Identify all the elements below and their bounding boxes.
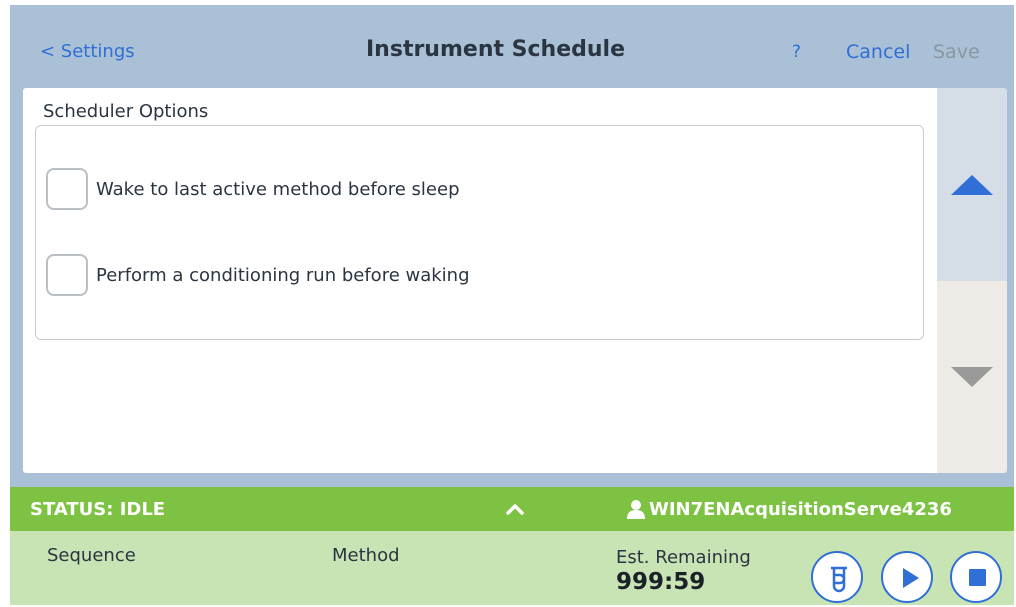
option-label: Wake to last active method before sleep — [96, 178, 460, 200]
scroll-rail — [937, 88, 1007, 473]
help-button[interactable]: ? — [792, 42, 801, 62]
back-to-settings-link[interactable]: < Settings — [40, 41, 135, 62]
option-conditioning-run[interactable]: Perform a conditioning run before waking — [46, 253, 906, 297]
conditioning-run-checkbox[interactable] — [46, 254, 88, 296]
wake-last-method-checkbox[interactable] — [46, 168, 88, 210]
page-title: Instrument Schedule — [366, 37, 625, 62]
est-remaining-label: Est. Remaining — [616, 547, 751, 568]
stop-button[interactable] — [950, 551, 1002, 603]
est-remaining-value: 999:59 — [616, 569, 706, 595]
user-name: WIN7ENAcquisitionServe4236 — [649, 499, 952, 520]
stop-icon — [969, 569, 986, 586]
method-label: Method — [332, 545, 400, 566]
section-title: Scheduler Options — [43, 101, 209, 122]
chevron-up-icon[interactable] — [505, 501, 525, 517]
user-icon — [627, 500, 645, 519]
vial-button[interactable] — [811, 551, 863, 603]
scroll-up-button[interactable] — [937, 88, 1007, 281]
save-button: Save — [933, 41, 980, 63]
status-bar: STATUS: IDLE WIN7ENAcquisitionServe4236 — [10, 487, 1014, 531]
content-panel: Scheduler Options Wake to last active me… — [23, 88, 937, 473]
triangle-up-icon — [951, 175, 993, 195]
option-label: Perform a conditioning run before waking — [96, 264, 470, 286]
option-wake-last-method[interactable]: Wake to last active method before sleep — [46, 167, 906, 211]
scheduler-options-group: Wake to last active method before sleep … — [35, 125, 924, 340]
cancel-button[interactable]: Cancel — [846, 41, 910, 63]
vial-icon — [831, 566, 847, 593]
run-info-bar: Sequence Method Est. Remaining 999:59 — [10, 531, 1014, 605]
triangle-down-icon — [951, 367, 993, 387]
status-text: STATUS: IDLE — [30, 499, 166, 520]
play-icon — [903, 568, 919, 588]
play-button[interactable] — [881, 551, 933, 603]
header-bar: < Settings Instrument Schedule ? Cancel … — [10, 5, 1014, 85]
scroll-down-button[interactable] — [937, 281, 1007, 473]
sequence-label: Sequence — [47, 545, 136, 566]
app-window: < Settings Instrument Schedule ? Cancel … — [10, 5, 1014, 605]
